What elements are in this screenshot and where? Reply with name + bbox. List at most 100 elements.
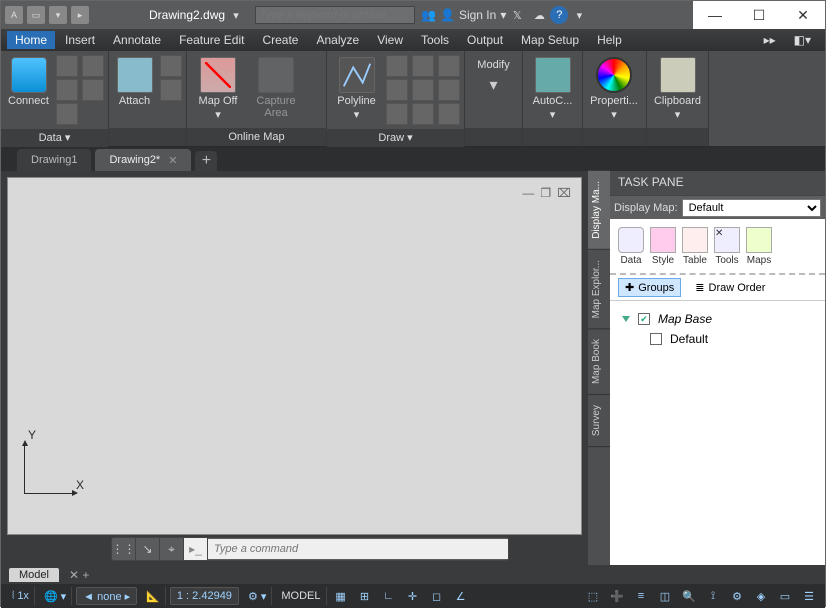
close-icon[interactable]: ✕ (168, 154, 177, 167)
drawing-canvas[interactable]: — ❐ ⌧ Y X (7, 177, 582, 535)
menu-feature-edit[interactable]: Feature Edit (171, 31, 252, 49)
exchange-x-icon[interactable]: 𝕏 (506, 4, 528, 26)
search-input[interactable] (255, 6, 415, 24)
subtab-draw-order[interactable]: ≣Draw Order (689, 279, 771, 296)
draw-line-icon[interactable] (386, 103, 408, 125)
panel-title-data[interactable]: Data ▾ (1, 129, 108, 147)
side-tab-map-explorer[interactable]: Map Explor... (588, 250, 610, 329)
sb-monitor-icon[interactable]: ◈ (751, 587, 771, 605)
menu-collapse-icon[interactable]: ◧▾ (786, 31, 819, 49)
draw-rect-icon[interactable] (412, 55, 434, 77)
sb-dyn-icon[interactable]: ➕ (607, 587, 627, 605)
app-icon[interactable]: A (5, 6, 23, 24)
qat-arrow-icon[interactable]: ▸ (71, 6, 89, 24)
draw-hatch-icon[interactable] (438, 55, 460, 77)
tool-maps[interactable]: Maps (746, 227, 772, 266)
draw-point-icon[interactable] (438, 79, 460, 101)
sb-globe[interactable]: 🌐▾ (39, 587, 72, 605)
side-tab-display-manager[interactable]: Display Ma... (588, 171, 610, 250)
sb-transparency-icon[interactable]: ◫ (655, 587, 675, 605)
sb-grid-icon[interactable]: ▦ (331, 587, 351, 605)
cmd-chevron-icon[interactable]: ▸_ (184, 538, 208, 560)
sb-osnap-icon[interactable]: ◻ (427, 587, 447, 605)
sb-qs-icon[interactable]: 🔍 (679, 587, 699, 605)
draw-circle-icon[interactable] (386, 79, 408, 101)
tool-tools[interactable]: ✕Tools (714, 227, 740, 266)
tool-table[interactable]: Table (682, 227, 708, 266)
data-small-3[interactable] (56, 103, 78, 125)
attach-small-2[interactable] (160, 79, 182, 101)
data-small-5[interactable] (82, 79, 104, 101)
sb-zoom[interactable]: ⦚1x (7, 587, 35, 605)
add-tab-button[interactable]: + (195, 151, 217, 171)
clipboard-button[interactable]: Clipboard ▾ (651, 55, 704, 121)
menu-help[interactable]: Help (589, 31, 630, 49)
connect-button[interactable]: Connect (5, 55, 52, 107)
viewport-restore-icon[interactable]: ❐ (540, 186, 551, 200)
qat-new-icon[interactable]: ▭ (27, 6, 45, 24)
sb-layer-selector[interactable]: ◄ none ▸ (76, 587, 137, 605)
chevron-down-icon[interactable]: ▾ (489, 75, 497, 95)
sb-iso-icon[interactable]: ⬚ (583, 587, 603, 605)
sign-in-link[interactable]: Sign In (459, 8, 496, 22)
sb-custom-icon[interactable]: ☰ (799, 587, 819, 605)
minimize-button[interactable]: — (693, 1, 737, 29)
menu-map-setup[interactable]: Map Setup (513, 31, 587, 49)
subtab-groups[interactable]: ✚Groups (618, 278, 681, 297)
properties-button[interactable]: Properti... ▾ (587, 55, 641, 121)
sb-model[interactable]: MODEL (276, 587, 326, 605)
title-dropdown-icon[interactable]: ▾ (225, 4, 247, 26)
display-map-select[interactable]: Default (682, 199, 821, 217)
add-layout-button[interactable]: ✕ + (63, 568, 95, 582)
qat-open-icon[interactable]: ▾ (49, 6, 67, 24)
sb-scale-icon[interactable]: 📐 (141, 587, 166, 605)
viewport-minimize-icon[interactable]: — (522, 186, 534, 200)
menu-tools[interactable]: Tools (413, 31, 457, 49)
tree-row[interactable]: ✔ Map Base (622, 309, 813, 329)
checkbox[interactable] (650, 333, 662, 345)
polyline-button[interactable]: Polyline ▾ (331, 55, 382, 121)
cmd-recent-icon[interactable]: ↘ (136, 538, 160, 560)
sb-lwt-icon[interactable]: ≡ (631, 587, 651, 605)
sb-anno-icon[interactable]: ⟟ (703, 587, 723, 605)
menu-home[interactable]: Home (7, 31, 55, 49)
menu-output[interactable]: Output (459, 31, 511, 49)
viewport-close-icon[interactable]: ⌧ (557, 186, 571, 200)
draw-more-icon[interactable] (438, 103, 460, 125)
command-input[interactable] (208, 539, 508, 559)
sb-clean-icon[interactable]: ▭ (775, 587, 795, 605)
sb-gear[interactable]: ⚙ ▾ (243, 587, 272, 605)
menu-annotate[interactable]: Annotate (105, 31, 169, 49)
cmd-grip-icon[interactable]: ⋮⋮ (112, 538, 136, 560)
data-small-4[interactable] (82, 55, 104, 77)
draw-spline-icon[interactable] (412, 103, 434, 125)
data-small-2[interactable] (56, 79, 78, 101)
side-tab-survey[interactable]: Survey (588, 395, 610, 447)
attach-button[interactable]: Attach (113, 55, 156, 107)
help-dropdown-icon[interactable]: ▾ (568, 4, 590, 26)
menu-analyze[interactable]: Analyze (308, 31, 367, 49)
draw-ellipse-icon[interactable] (412, 79, 434, 101)
menu-overflow-icon[interactable]: ▸▸ (756, 31, 784, 49)
sb-scale[interactable]: 1 : 2.42949 (170, 587, 239, 605)
panel-title-draw[interactable]: Draw ▾ (327, 129, 464, 147)
attach-small-1[interactable] (160, 55, 182, 77)
sb-snap-icon[interactable]: ⊞ (355, 587, 375, 605)
close-button[interactable]: ✕ (781, 1, 825, 29)
menu-view[interactable]: View (369, 31, 411, 49)
tree-row[interactable]: Default (650, 329, 813, 349)
people-icon[interactable]: 👥 (421, 8, 436, 22)
sb-workspace-icon[interactable]: ⚙ (727, 587, 747, 605)
exchange-cloud-icon[interactable]: ☁ (528, 4, 550, 26)
maximize-button[interactable]: ☐ (737, 1, 781, 29)
menu-insert[interactable]: Insert (57, 31, 103, 49)
sb-ortho-icon[interactable]: ∟ (379, 587, 399, 605)
doc-tab[interactable]: Drawing1 (17, 149, 91, 171)
data-small-1[interactable] (56, 55, 78, 77)
help-icon[interactable]: ? (550, 6, 568, 24)
sb-otrack-icon[interactable]: ∠ (451, 587, 471, 605)
map-off-button[interactable]: Map Off ▾ (191, 55, 245, 121)
tool-data[interactable]: Data (618, 227, 644, 266)
draw-arc-icon[interactable] (386, 55, 408, 77)
side-tab-map-book[interactable]: Map Book (588, 329, 610, 395)
